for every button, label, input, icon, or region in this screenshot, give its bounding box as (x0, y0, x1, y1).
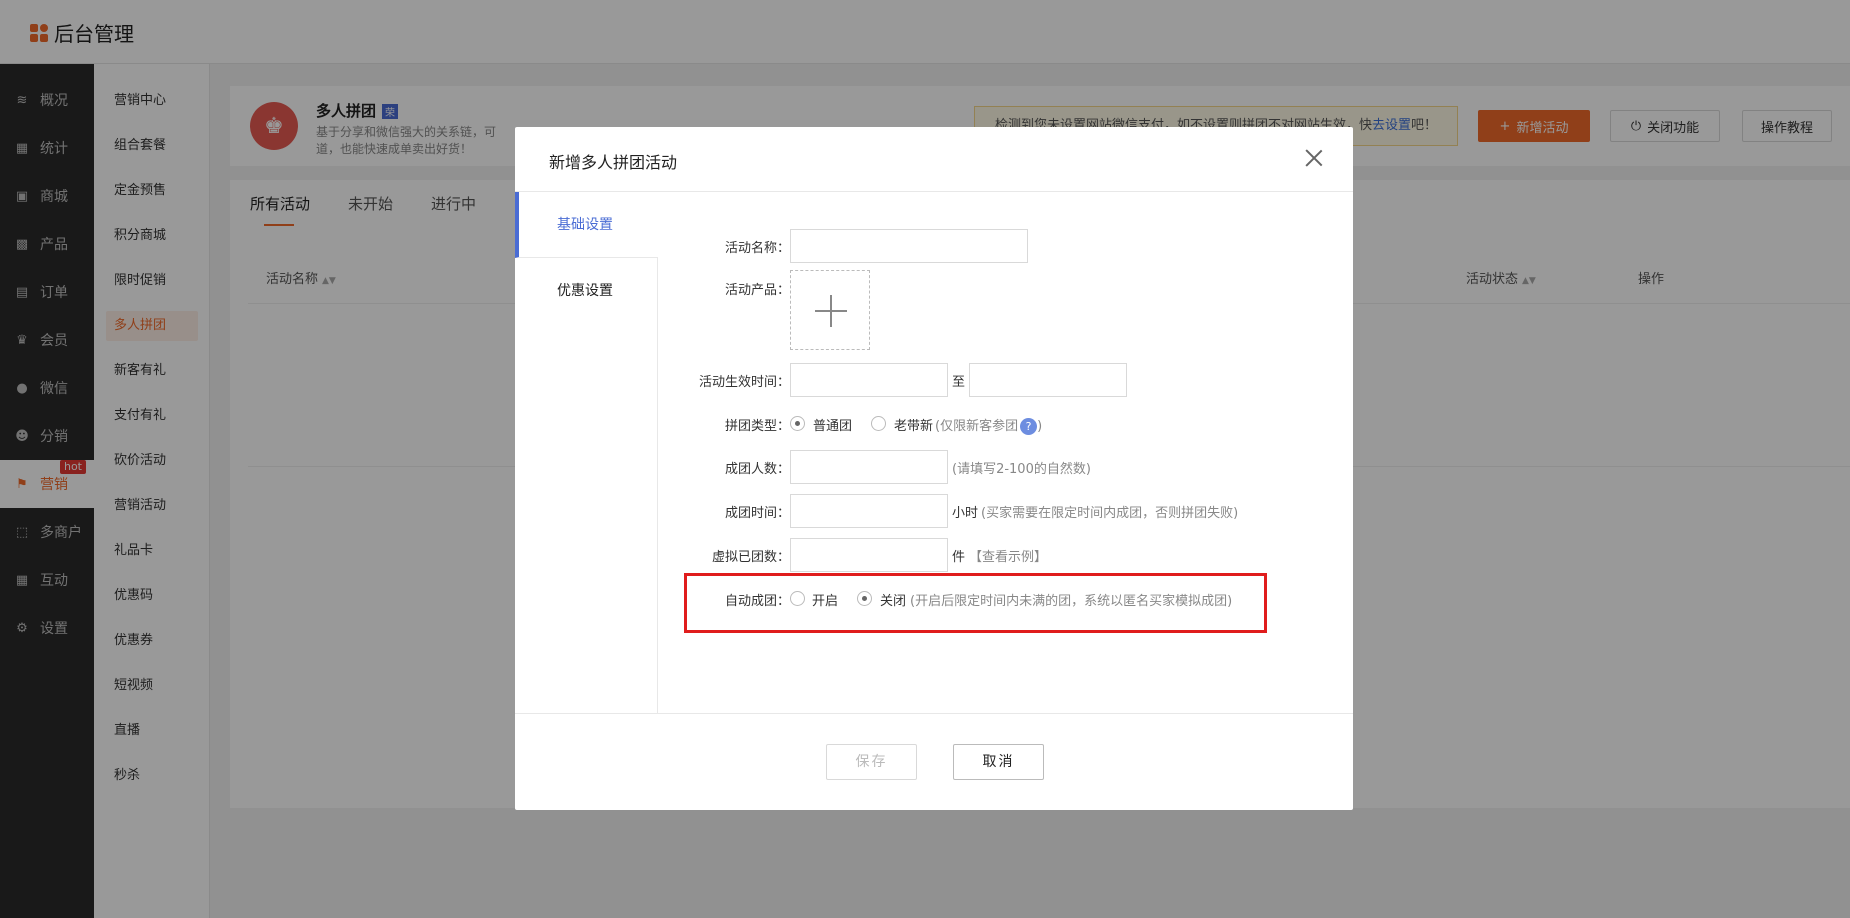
modal-side-tabs: 基础设置 优惠设置 (515, 192, 658, 713)
normal-group-label: 普通团 (813, 419, 853, 434)
duration-label: 成团时间： (724, 506, 790, 521)
virtual-count-input[interactable] (790, 538, 948, 572)
radio-old-new[interactable] (871, 416, 886, 431)
virtual-label: 虚拟已团数： (711, 550, 790, 565)
old-new-label: 老带新 (894, 419, 934, 434)
members-hint: (请填写2-100的自然数) (952, 462, 1091, 477)
save-button[interactable]: 保存 (826, 744, 917, 780)
modal-title: 新增多人拼团活动 (549, 153, 678, 172)
name-label: 活动名称： (724, 241, 790, 256)
modal-header: 新增多人拼团活动 (515, 127, 1353, 192)
time-label: 活动生效时间： (698, 375, 790, 390)
help-icon[interactable]: ? (1020, 418, 1038, 435)
duration-hint: (买家需要在限定时间内成团，否则拼团失败) (981, 506, 1239, 521)
tab-discount-settings[interactable]: 优惠设置 (515, 258, 658, 324)
activity-name-input[interactable] (790, 229, 1028, 263)
members-input[interactable] (790, 450, 948, 484)
view-example-link[interactable]: 【查看示例】 (969, 546, 1047, 565)
virtual-unit: 件 (952, 550, 966, 565)
modal-footer: 保存 取消 (515, 713, 1353, 810)
type-hint: (仅限新客参团 (935, 419, 1019, 434)
duration-unit: 小时 (952, 506, 979, 521)
add-product-button[interactable] (790, 270, 870, 350)
product-label: 活动产品： (724, 283, 790, 298)
type-label: 拼团类型： (724, 419, 790, 434)
duration-input[interactable] (790, 494, 948, 528)
end-time-input[interactable] (969, 363, 1127, 397)
auto-group-highlight-box (684, 573, 1267, 633)
new-group-buy-modal: 新增多人拼团活动 基础设置 优惠设置 活动名称： 活动产品： 活动生效时间： 至… (515, 127, 1353, 810)
time-to-label: 至 (952, 375, 966, 390)
cancel-button[interactable]: 取消 (953, 744, 1044, 780)
close-icon[interactable] (1305, 149, 1323, 167)
radio-normal-group[interactable] (790, 416, 805, 431)
tab-basic-settings[interactable]: 基础设置 (515, 192, 658, 258)
start-time-input[interactable] (790, 363, 948, 397)
members-label: 成团人数： (724, 462, 790, 477)
